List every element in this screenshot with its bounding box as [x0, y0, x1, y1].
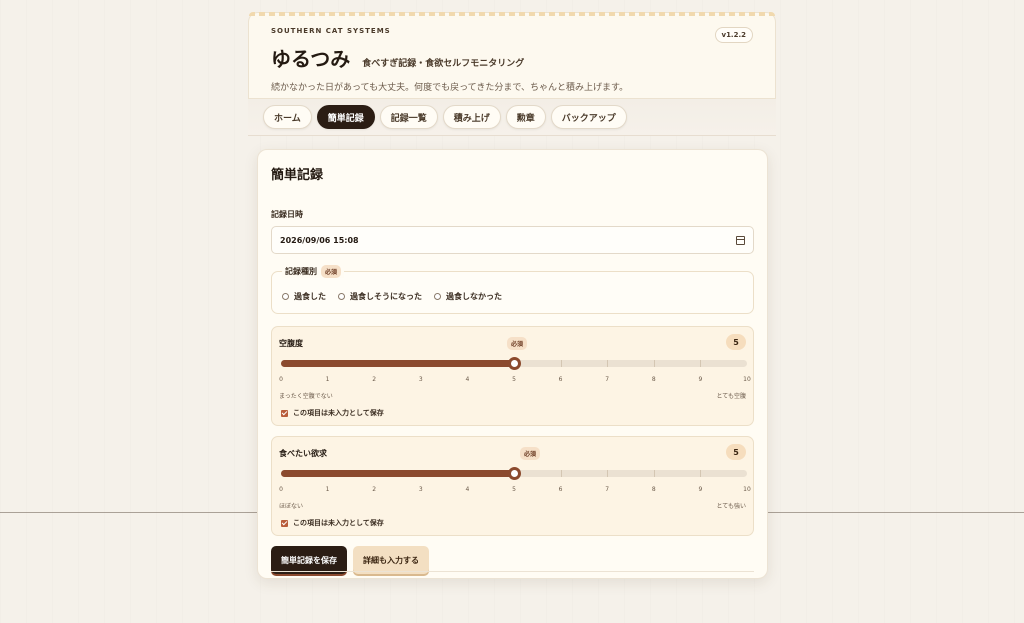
- hunger-min-label: まったく空腹でない: [279, 393, 333, 400]
- radio-did-not-overeat[interactable]: 過食しなかった: [434, 291, 502, 302]
- tab-backup[interactable]: バックアップ: [550, 105, 627, 129]
- slider-tick-label: 9: [698, 486, 703, 493]
- enter-details-button[interactable]: 詳細も入力する: [353, 546, 429, 574]
- slider-tick-label: 4: [465, 486, 470, 493]
- slider-tick-label: 10: [743, 486, 751, 493]
- radio-circle-icon[interactable]: [338, 293, 345, 300]
- slider-tick-label: 9: [698, 376, 703, 383]
- radio-almost-overate[interactable]: 過食しそうになった: [338, 291, 422, 302]
- hunger-title: 空腹度: [279, 339, 303, 348]
- title-row: ゆるつみ 食べすぎ記録・食欲セルフモニタリング: [271, 43, 753, 72]
- slider-fill: [281, 470, 514, 477]
- required-badge: 必須: [520, 447, 541, 460]
- slider-tick-mark: [653, 470, 655, 477]
- record-type-group: 記録種別 必須 過食した 過食しそうになった 過食しなかった: [271, 265, 754, 314]
- slider-tick-label: 8: [651, 376, 656, 383]
- tab-home[interactable]: ホーム: [263, 105, 312, 129]
- datetime-input[interactable]: [280, 235, 480, 245]
- hunger-slider-track[interactable]: [281, 357, 747, 370]
- radio-label: 過食しなかった: [446, 292, 502, 301]
- main-nav: ホーム 簡単記録 記録一覧 積み上げ 勲章 バックアップ: [248, 99, 776, 136]
- calendar-icon[interactable]: [736, 235, 745, 245]
- slider-tick-label: 7: [605, 486, 610, 493]
- slider-tick-label: 6: [558, 376, 563, 383]
- slider-tick-label: 2: [372, 376, 377, 383]
- app-header: SOUTHERN CAT SYSTEMS ゆるつみ 食べすぎ記録・食欲セルフモニ…: [248, 12, 776, 99]
- company-name: SOUTHERN CAT SYSTEMS: [271, 27, 391, 35]
- checkbox-label: この項目は未入力として保存: [293, 519, 384, 527]
- craving-title: 食べたい欲求: [279, 449, 327, 458]
- slider-tick-label: 5: [512, 376, 516, 383]
- card-divider: [271, 571, 754, 572]
- radio-circle-icon[interactable]: [434, 293, 441, 300]
- slider-tick-label: 6: [558, 486, 563, 493]
- hunger-slider-box: 空腹度 必須 5 0 1 2 3 4 5 6 7 8 9 10 まったく空腹でない とても空腹 この…: [271, 326, 754, 426]
- radio-label: 過食した: [294, 292, 326, 301]
- version-badge: v1.2.2: [714, 27, 753, 43]
- craving-min-label: ほぼない: [279, 503, 304, 510]
- radio-overate[interactable]: 過食した: [282, 291, 326, 302]
- slider-fill: [281, 360, 514, 367]
- slider-tick-label: 4: [465, 376, 470, 383]
- slider-tick-mark: [700, 470, 702, 477]
- slider-tick-label: 1: [325, 376, 330, 383]
- radio-label: 過食しそうになった: [350, 292, 422, 301]
- slider-thumb[interactable]: [508, 467, 521, 480]
- app-tagline: 食べすぎ記録・食欲セルフモニタリング: [362, 59, 525, 69]
- slider-tick-label: 10: [743, 376, 751, 383]
- save-quick-record-button[interactable]: 簡単記録を保存: [271, 546, 347, 574]
- slider-tick-label: 1: [325, 486, 330, 493]
- craving-slider-track[interactable]: [281, 467, 747, 480]
- datetime-field[interactable]: [271, 226, 754, 254]
- checkbox-checked-icon[interactable]: [281, 409, 288, 417]
- craving-max-label: とても強い: [716, 503, 746, 510]
- quick-record-card: 簡単記録 記録日時 記録種別 必須 過食した 過食しそうになった 過食しなかった…: [257, 149, 768, 579]
- slider-tick-label: 2: [372, 486, 377, 493]
- craving-value-badge: 5: [726, 444, 746, 460]
- slider-tick-mark: [560, 470, 562, 477]
- slider-tick-label: 7: [605, 376, 610, 383]
- slider-tick-mark: [653, 360, 655, 367]
- datetime-label: 記録日時: [271, 210, 303, 219]
- card-title: 簡単記録: [271, 168, 324, 183]
- slider-tick-label: 0: [279, 486, 283, 493]
- record-type-legend: 記録種別 必須: [282, 265, 345, 278]
- slider-tick-label: 0: [279, 376, 283, 383]
- app-title: ゆるつみ: [271, 47, 351, 71]
- tab-record-list[interactable]: 記録一覧: [379, 105, 438, 129]
- action-buttons: 簡単記録を保存 詳細も入力する: [271, 546, 754, 574]
- slider-tick-label: 3: [418, 376, 423, 383]
- app-description: 続かなかった日があっても大丈夫。何度でも戻ってきた分まで、ちゃんと積み上げます。: [271, 83, 629, 93]
- slider-tick-mark: [607, 470, 609, 477]
- slider-tick-label: 8: [651, 486, 656, 493]
- slider-tick-labels: 0 1 2 3 4 5 6 7 8 9 10: [279, 376, 751, 386]
- slider-thumb[interactable]: [508, 357, 521, 370]
- record-type-label: 記録種別: [285, 267, 317, 276]
- app-shell: SOUTHERN CAT SYSTEMS ゆるつみ 食べすぎ記録・食欲セルフモニ…: [248, 12, 776, 136]
- hunger-unset-checkbox[interactable]: この項目は未入力として保存: [281, 408, 384, 418]
- checkbox-checked-icon[interactable]: [281, 519, 288, 527]
- checkbox-label: この項目は未入力として保存: [293, 409, 384, 417]
- slider-tick-label: 3: [418, 486, 423, 493]
- hunger-max-label: とても空腹: [716, 393, 746, 400]
- required-badge: 必須: [507, 337, 528, 350]
- tab-badges[interactable]: 勲章: [505, 105, 546, 129]
- tab-progress[interactable]: 積み上げ: [442, 105, 501, 129]
- tab-quick-record[interactable]: 簡単記録: [316, 105, 375, 129]
- slider-tick-labels: 0 1 2 3 4 5 6 7 8 9 10: [279, 486, 751, 496]
- craving-slider-box: 食べたい欲求 必須 5 0 1 2 3 4 5 6 7 8 9 10 ほぼない とても強い この項目…: [271, 436, 754, 536]
- slider-tick-mark: [700, 360, 702, 367]
- slider-tick-label: 5: [512, 486, 516, 493]
- hunger-value-badge: 5: [726, 334, 746, 350]
- radio-circle-icon[interactable]: [282, 293, 289, 300]
- slider-tick-mark: [607, 360, 609, 367]
- craving-unset-checkbox[interactable]: この項目は未入力として保存: [281, 518, 384, 528]
- required-badge: 必須: [321, 265, 342, 278]
- slider-tick-mark: [560, 360, 562, 367]
